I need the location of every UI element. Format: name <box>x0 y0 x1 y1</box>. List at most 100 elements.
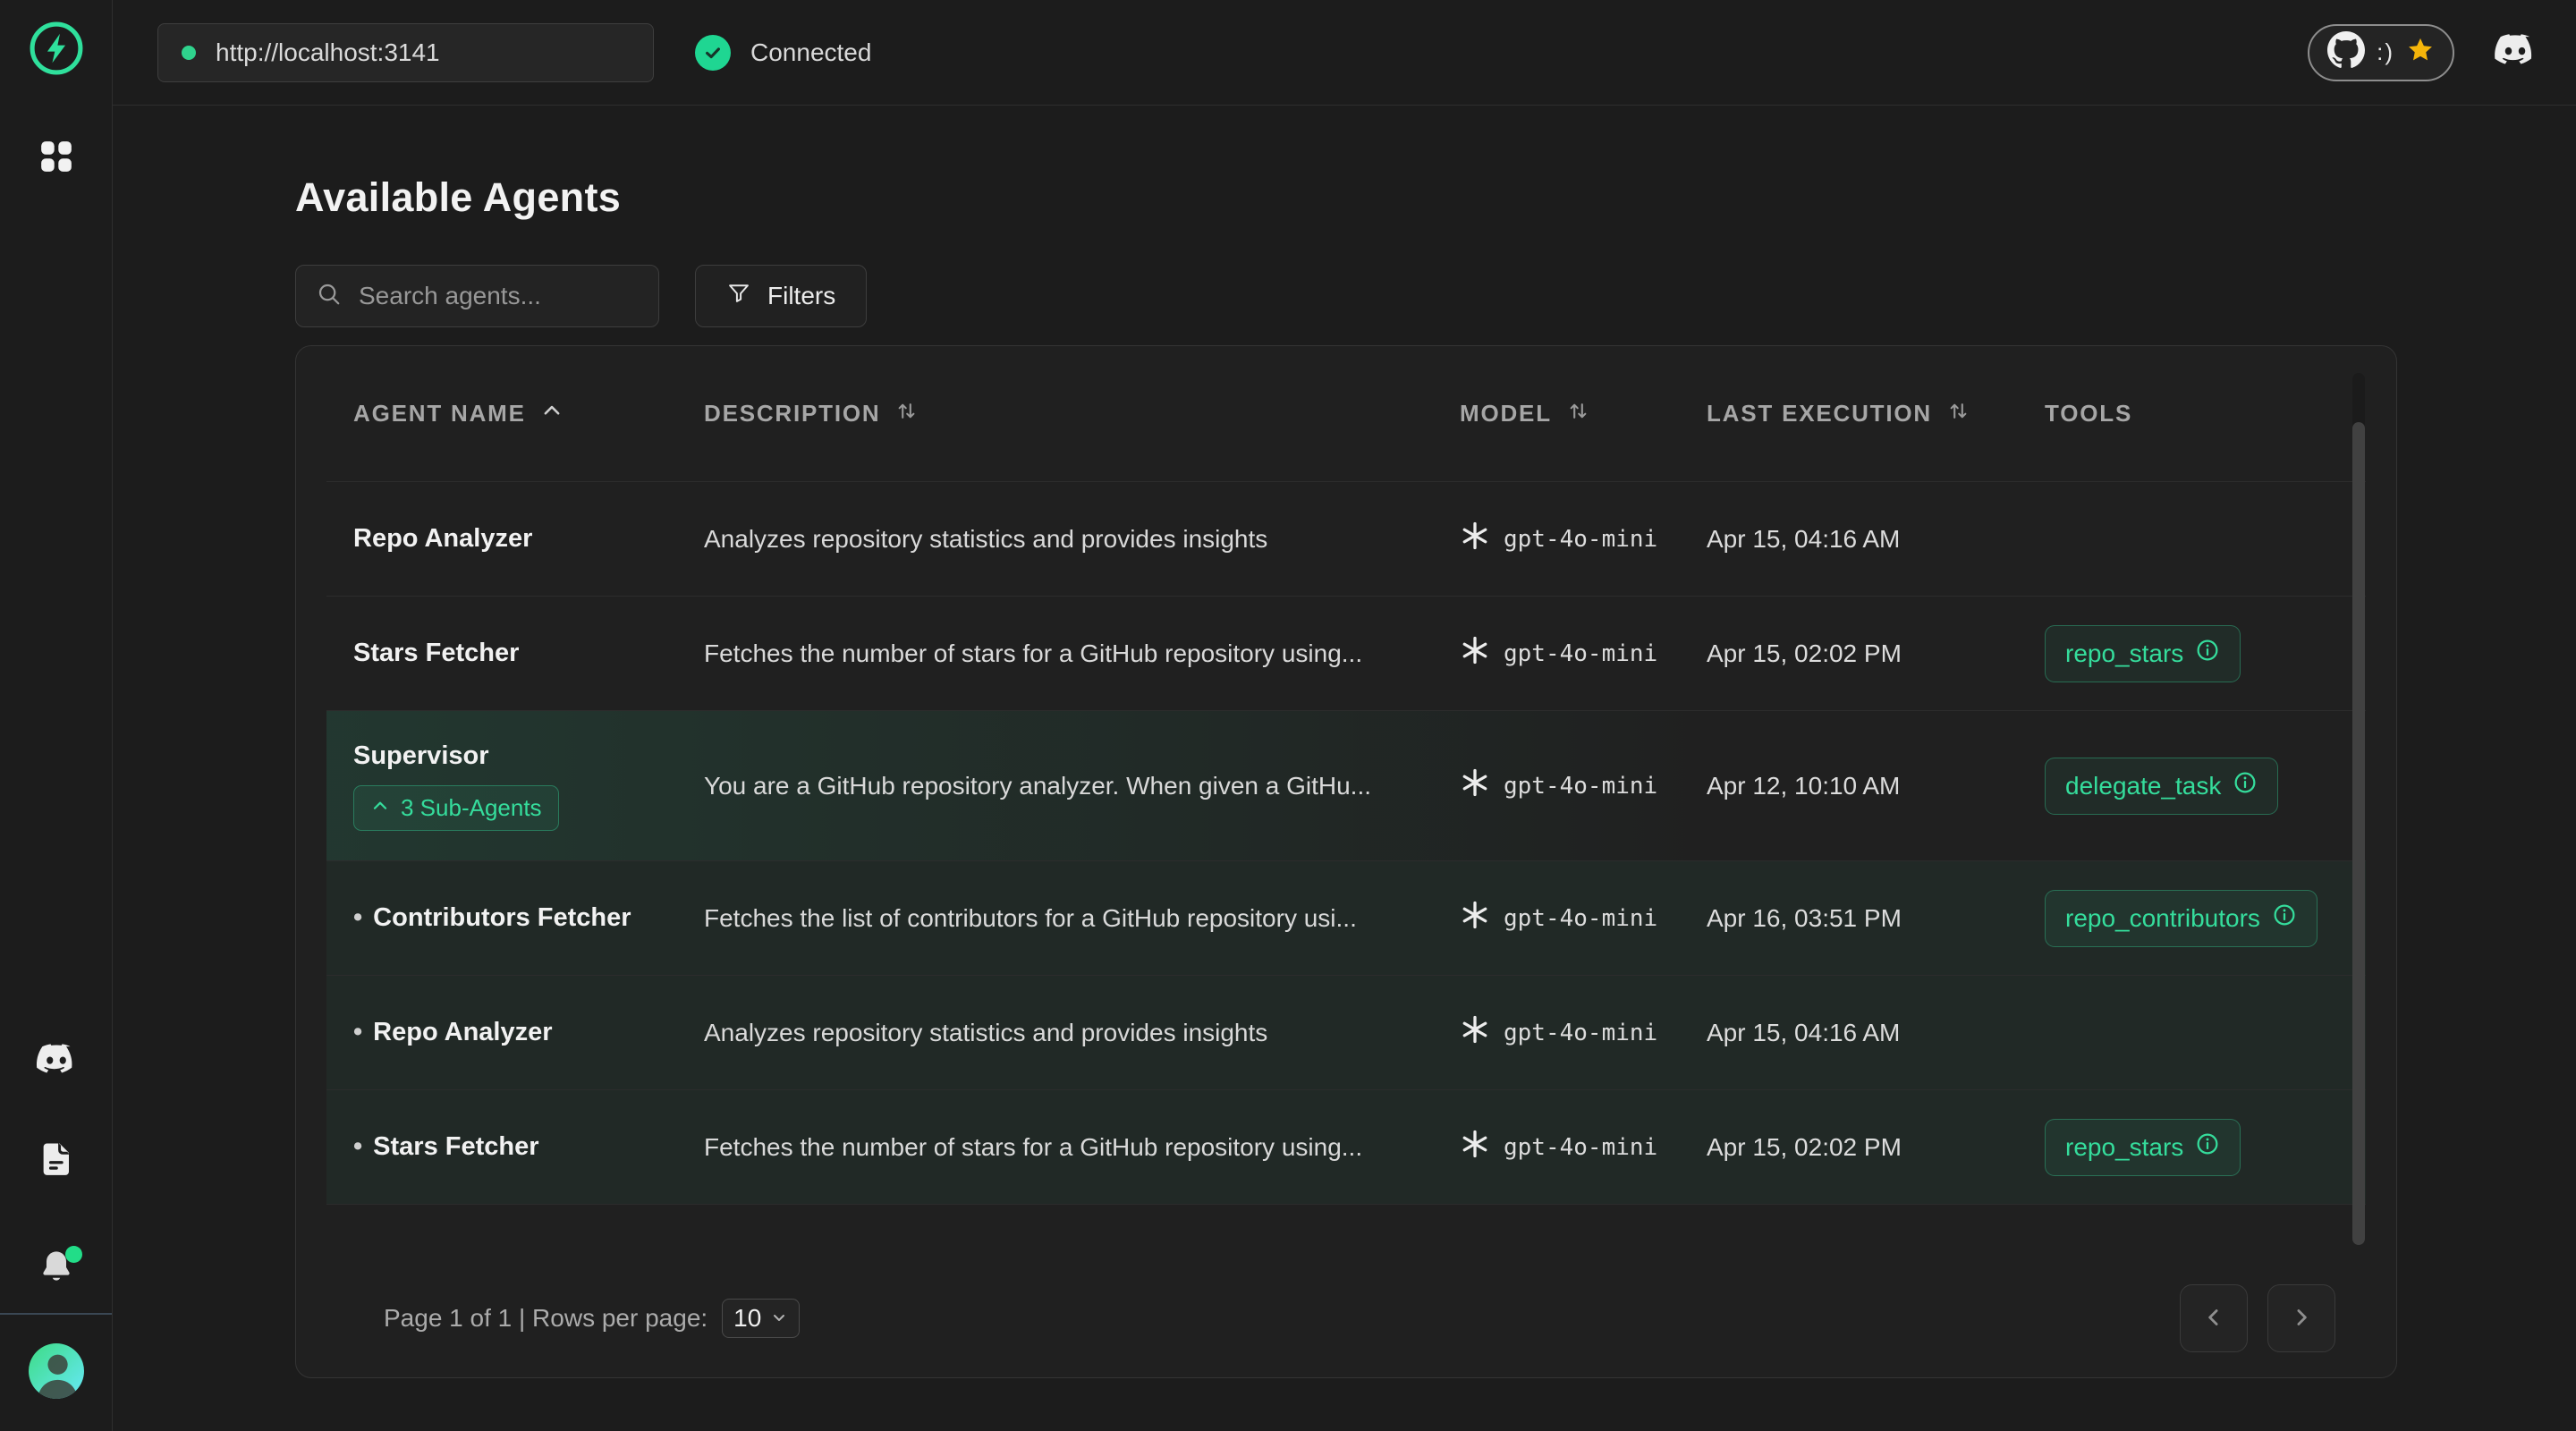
agent-name: Supervisor <box>353 741 489 771</box>
tool-name: delegate_task <box>2065 772 2221 800</box>
table-row[interactable]: • Repo Analyzer Analyzes repository stat… <box>326 976 2366 1090</box>
discord-icon <box>2494 34 2537 72</box>
sidebar <box>0 0 113 1431</box>
agent-name-cell: Stars Fetcher <box>353 639 704 668</box>
table-row[interactable]: Stars Fetcher Fetches the number of star… <box>326 597 2366 711</box>
column-header[interactable]: MODEL <box>1460 399 1707 429</box>
github-icon <box>2327 31 2365 73</box>
sidebar-docs-link[interactable] <box>38 1141 75 1181</box>
column-header-label: MODEL <box>1460 400 1552 428</box>
agent-name: Repo Analyzer <box>373 1018 552 1047</box>
last-execution: Apr 16, 03:51 PM <box>1707 904 2045 933</box>
tools-cell: repo_stars <box>2045 625 2366 682</box>
github-star-button[interactable]: :) <box>2308 24 2454 81</box>
server-url-input[interactable] <box>216 38 630 67</box>
tool-badge[interactable]: delegate_task <box>2045 758 2278 815</box>
sidebar-discord-link[interactable] <box>36 1046 77 1078</box>
user-avatar[interactable] <box>29 1343 84 1399</box>
sub-agent-bullet: • <box>353 1018 362 1047</box>
search-input[interactable] <box>359 282 639 310</box>
tool-name: repo_stars <box>2065 639 2183 668</box>
topbar-discord-link[interactable] <box>2494 34 2537 72</box>
column-header: TOOLS <box>2045 400 2366 428</box>
filters-label: Filters <box>767 282 835 310</box>
pagination-summary: Page 1 of 1 | Rows per page: 10 <box>384 1299 800 1338</box>
agent-description: Fetches the number of stars for a GitHub… <box>704 639 1460 668</box>
agent-name-cell: • Repo Analyzer <box>353 1018 704 1047</box>
chevron-down-icon <box>770 1304 788 1333</box>
tool-badge[interactable]: repo_stars <box>2045 1119 2241 1176</box>
model-name: gpt-4o-mini <box>1504 773 1657 800</box>
openai-icon <box>1460 521 1490 557</box>
tools-cell: delegate_task <box>2045 758 2366 815</box>
search-box[interactable] <box>295 265 659 327</box>
tool-badge[interactable]: repo_stars <box>2045 625 2241 682</box>
rows-per-page-select[interactable]: 10 <box>722 1299 800 1338</box>
document-icon <box>38 1139 75 1183</box>
pagination-summary-text: Page 1 of 1 | Rows per page: <box>384 1304 708 1333</box>
model-name: gpt-4o-mini <box>1504 526 1657 553</box>
notifications-button[interactable] <box>38 1249 75 1287</box>
app-logo[interactable] <box>26 20 87 80</box>
table-row[interactable]: • Contributors Fetcher Fetches the list … <box>326 861 2366 976</box>
agent-name: Repo Analyzer <box>353 524 532 554</box>
chevron-left-icon <box>2200 1304 2227 1334</box>
column-header-label: LAST EXECUTION <box>1707 400 1932 428</box>
tool-badge[interactable]: repo_contributors <box>2045 890 2318 947</box>
agent-name: Contributors Fetcher <box>373 903 631 933</box>
agent-name: Stars Fetcher <box>373 1132 538 1162</box>
chevron-right-icon <box>2288 1304 2315 1334</box>
last-execution: Apr 15, 04:16 AM <box>1707 1019 2045 1047</box>
agent-model-cell: gpt-4o-mini <box>1460 1129 1707 1165</box>
controls-row: Filters <box>295 265 2576 327</box>
pagination-bar: Page 1 of 1 | Rows per page: 10 <box>357 1259 2335 1377</box>
agent-model-cell: gpt-4o-mini <box>1460 900 1707 936</box>
agent-name-cell: • Stars Fetcher <box>353 1132 704 1162</box>
info-icon <box>2195 1131 2220 1163</box>
grid-icon <box>36 136 77 182</box>
server-url-field[interactable] <box>157 23 654 82</box>
column-header[interactable]: AGENT NAME <box>353 399 704 428</box>
sub-agents-count-label: 3 Sub-Agents <box>401 794 542 822</box>
table-row[interactable]: Repo Analyzer Analyzes repository statis… <box>326 482 2366 597</box>
last-execution: Apr 15, 04:16 AM <box>1707 525 2045 554</box>
filters-button[interactable]: Filters <box>695 265 867 327</box>
sub-agent-bullet: • <box>353 903 362 933</box>
tool-name: repo_contributors <box>2065 904 2260 933</box>
info-icon <box>2272 902 2297 934</box>
table-row[interactable]: Supervisor 3 Sub-Agents You are a GitHub… <box>326 711 2366 861</box>
openai-icon <box>1460 900 1490 936</box>
table-header: AGENT NAME DESCRIPTION MODEL LAST EXECUT… <box>326 346 2366 482</box>
notification-dot <box>65 1246 82 1263</box>
column-header-label: TOOLS <box>2045 400 2132 428</box>
pagination-buttons <box>2180 1284 2335 1352</box>
sub-agents-toggle[interactable]: 3 Sub-Agents <box>353 785 559 831</box>
agents-table-card: AGENT NAME DESCRIPTION MODEL LAST EXECUT… <box>295 345 2397 1378</box>
main-content: Available Agents Filters AGENT NAME <box>113 106 2576 1431</box>
column-header[interactable]: DESCRIPTION <box>704 399 1460 429</box>
agent-description: Fetches the list of contributors for a G… <box>704 904 1460 933</box>
chevron-up-icon <box>370 794 390 822</box>
tool-name: repo_stars <box>2065 1133 2183 1162</box>
sidebar-item-dashboard[interactable] <box>35 137 78 180</box>
sort-icon <box>894 399 919 429</box>
table-row[interactable]: • Stars Fetcher Fetches the number of st… <box>326 1090 2366 1205</box>
agent-description: Analyzes repository statistics and provi… <box>704 525 1460 554</box>
column-header[interactable]: LAST EXECUTION <box>1707 399 2045 429</box>
server-status-dot <box>182 46 196 60</box>
table-body: Repo Analyzer Analyzes repository statis… <box>326 482 2366 1205</box>
rows-per-page-value: 10 <box>733 1304 761 1333</box>
sub-agent-bullet: • <box>353 1132 362 1162</box>
previous-page-button[interactable] <box>2180 1284 2248 1352</box>
agent-name-cell: • Contributors Fetcher <box>353 903 704 933</box>
next-page-button[interactable] <box>2267 1284 2335 1352</box>
filter-funnel-icon <box>726 281 751 312</box>
discord-icon <box>36 1044 77 1080</box>
agent-model-cell: gpt-4o-mini <box>1460 521 1707 557</box>
agent-description: You are a GitHub repository analyzer. Wh… <box>704 772 1460 800</box>
openai-icon <box>1460 1129 1490 1165</box>
scrollbar-thumb[interactable] <box>2352 422 2365 1245</box>
lightning-bolt-icon <box>26 18 87 83</box>
agent-model-cell: gpt-4o-mini <box>1460 1014 1707 1051</box>
column-header-label: DESCRIPTION <box>704 400 880 428</box>
